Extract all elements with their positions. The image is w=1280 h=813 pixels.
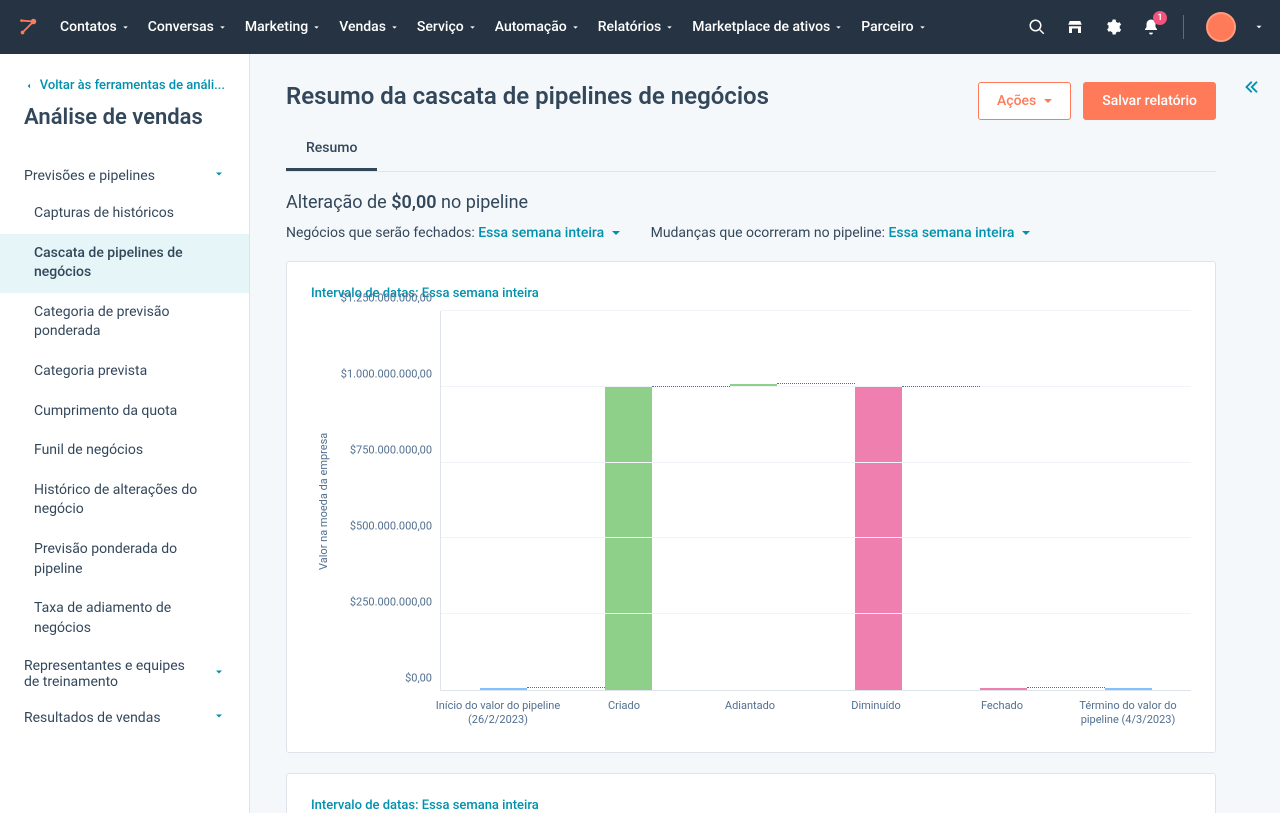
table-subtitle: Intervalo de datas: Essa semana inteira: [311, 798, 1191, 813]
chart-subtitle: Intervalo de datas: Essa semana inteira: [311, 286, 1191, 301]
sidebar-item-6[interactable]: Histórico de alterações do negócio: [0, 471, 249, 530]
sidebar-item-8[interactable]: Taxa de adiamento de negócios: [0, 589, 249, 648]
nav-item-2[interactable]: Marketing: [245, 19, 321, 35]
search-icon[interactable]: [1027, 17, 1047, 37]
y-tick: $500.000.000,00: [350, 520, 432, 533]
chart-y-label: Valor na moeda da empresa: [311, 311, 330, 691]
nav-item-7[interactable]: Marketplace de ativos: [692, 19, 843, 35]
y-tick: $250.000.000,00: [350, 596, 432, 609]
notification-icon[interactable]: 1: [1141, 17, 1161, 37]
sidebar-item-3[interactable]: Categoria prevista: [0, 352, 249, 392]
table-card: Intervalo de datas: Essa semana inteira …: [286, 773, 1216, 813]
marketplace-icon[interactable]: [1065, 17, 1085, 37]
bar-col-2: [691, 311, 816, 690]
bar[interactable]: [480, 688, 528, 690]
y-tick: $1.250.000.000,00: [341, 292, 432, 305]
y-tick: $1.000.000.000,00: [341, 368, 432, 381]
sidebar-item-1[interactable]: Cascata de pipelines de negócios: [0, 234, 249, 293]
bar-col-4: [941, 311, 1066, 690]
bar[interactable]: [980, 688, 1028, 690]
x-label: Término do valor do pipeline (4/3/2023): [1065, 691, 1191, 728]
top-nav: Contatos Conversas Marketing Vendas Serviço A…: [0, 0, 1280, 54]
x-label: Criado: [561, 691, 687, 728]
nav-item-0[interactable]: Contatos: [60, 19, 130, 35]
nav-item-1[interactable]: Conversas: [148, 19, 227, 35]
back-link[interactable]: Voltar às ferramentas de análi...: [0, 78, 249, 93]
bar[interactable]: [1105, 688, 1153, 690]
notification-badge: 1: [1153, 11, 1167, 25]
summary-line: Alteração de $0,00 no pipeline: [286, 192, 1216, 213]
y-tick: $750.000.000,00: [350, 444, 432, 457]
account-menu-caret[interactable]: [1254, 22, 1264, 32]
save-report-button[interactable]: Salvar relatório: [1083, 82, 1216, 120]
hubspot-logo[interactable]: [16, 15, 40, 39]
filter-close-date[interactable]: Essa semana inteira: [478, 225, 619, 241]
sidebar-group-1[interactable]: Representantes e equipes de treinamento: [0, 648, 249, 700]
bar-col-1: [566, 311, 691, 690]
sidebar-item-2[interactable]: Categoria de previsão ponderada: [0, 293, 249, 352]
gear-icon[interactable]: [1103, 17, 1123, 37]
bar-col-5: [1066, 311, 1191, 690]
y-tick: $0,00: [405, 672, 432, 685]
sidebar-title: Análise de vendas: [0, 105, 249, 130]
nav-item-8[interactable]: Parceiro: [861, 19, 926, 35]
sidebar-item-4[interactable]: Cumprimento da quota: [0, 392, 249, 432]
sidebar-item-5[interactable]: Funil de negócios: [0, 431, 249, 471]
chevron-down-icon: [213, 666, 225, 682]
sidebar-item-0[interactable]: Capturas de históricos: [0, 194, 249, 234]
chevron-down-icon: [213, 168, 225, 184]
actions-button[interactable]: Ações: [978, 82, 1071, 120]
x-label: Adiantado: [687, 691, 813, 728]
content: Resumo da cascata de pipelines de negóci…: [250, 54, 1280, 813]
nav-item-6[interactable]: Relatórios: [598, 19, 675, 35]
x-label: Início do valor do pipeline (26/2/2023): [435, 691, 561, 728]
bar[interactable]: [855, 387, 903, 690]
bar-col-3: [816, 311, 941, 690]
bar-col-0: [441, 311, 566, 690]
bar[interactable]: [605, 387, 653, 690]
user-avatar[interactable]: [1206, 12, 1236, 42]
nav-item-5[interactable]: Automação: [495, 19, 580, 35]
filter-pipeline-changes[interactable]: Essa semana inteira: [888, 225, 1029, 241]
sidebar-group-2[interactable]: Resultados de vendas: [0, 700, 249, 736]
nav-item-3[interactable]: Vendas: [339, 19, 399, 35]
sidebar: Voltar às ferramentas de análi... Anális…: [0, 54, 250, 813]
tab-summary[interactable]: Resumo: [286, 128, 377, 171]
sidebar-item-7[interactable]: Previsão ponderada do pipeline: [0, 530, 249, 589]
sidebar-group-0[interactable]: Previsões e pipelines: [0, 158, 249, 194]
page-title: Resumo da cascata de pipelines de negóci…: [286, 82, 769, 110]
back-link-label: Voltar às ferramentas de análi...: [40, 78, 225, 93]
collapse-panel-icon[interactable]: [1242, 78, 1260, 100]
chevron-down-icon: [213, 710, 225, 726]
x-label: Fechado: [939, 691, 1065, 728]
nav-item-4[interactable]: Serviço: [417, 19, 477, 35]
filters: Negócios que serão fechados: Essa semana…: [286, 225, 1216, 241]
chart-card: Intervalo de datas: Essa semana inteira …: [286, 261, 1216, 753]
x-label: Diminuído: [813, 691, 939, 728]
